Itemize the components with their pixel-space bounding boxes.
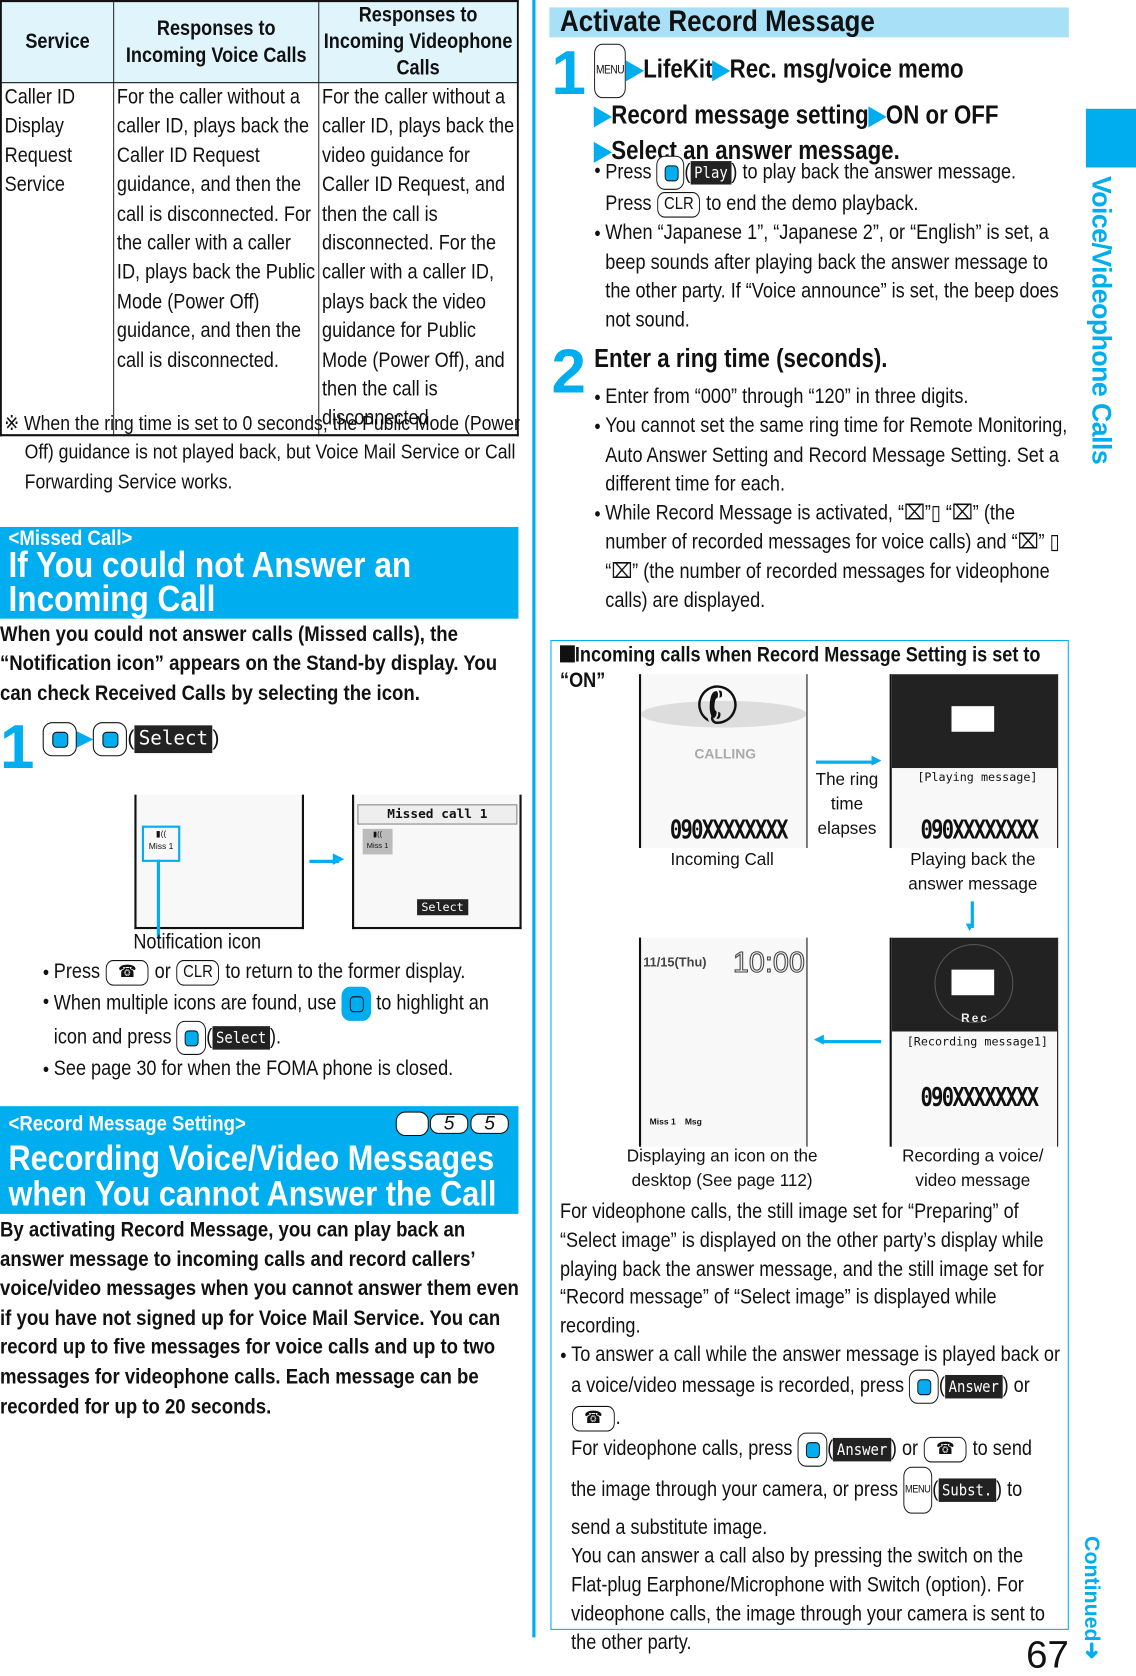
clr-key-icon: CLR xyxy=(176,959,220,986)
missed-call-screen: Missed call 1 ▮((Miss 1 Select xyxy=(352,794,522,930)
end-call-key-icon: ☎ xyxy=(106,959,149,986)
video-msg-count-0-icon: ⌧ xyxy=(1017,530,1039,555)
activate-title-bar: Activate Record Message xyxy=(549,4,1069,38)
play-softkey: Play xyxy=(690,161,732,185)
step1-bullets: Press (Play) to play back the answer mes… xyxy=(594,155,1067,336)
page-number: 67 xyxy=(1026,1632,1069,1676)
notification-icon-label: Notification icon xyxy=(133,930,262,954)
table-header: Responses to Incoming Videophone Calls xyxy=(318,0,519,84)
desktop-screen: 11/15(Thu) 10:00 Miss 1 Msg xyxy=(638,937,808,1147)
callout-line xyxy=(156,859,161,939)
cassette-mic-icon xyxy=(951,706,995,732)
step-number: 1 xyxy=(551,38,586,108)
bullet: While Record Message is activated, “⌧”▯ … xyxy=(594,499,1067,615)
answer-softkey: Answer xyxy=(833,1437,891,1461)
section-tag: <Record Message Setting> xyxy=(8,1112,246,1137)
video-msg-count-2-icon: ⌧ xyxy=(611,559,633,584)
phone-wave-icon: ▮(( xyxy=(155,828,167,839)
table-cell: Caller ID Display Request Service xyxy=(0,82,115,436)
record-intro: By activating Record Message, you can pl… xyxy=(0,1218,519,1419)
start-call-key-icon: ☎ xyxy=(924,1436,967,1462)
arrow-right-icon: ▶ xyxy=(76,726,94,751)
bullet: Press (Play) to play back the answer mes… xyxy=(594,155,1067,219)
step2-title: Enter a ring time (seconds). xyxy=(594,344,888,374)
bullet: See page 30 for when the FOMA phone is c… xyxy=(43,1055,516,1084)
caption: Recording a voice/ video message xyxy=(902,1147,1044,1191)
step-number: 2 xyxy=(551,337,586,407)
playing-message-screen: [Playing message] 090XXXXXXXX xyxy=(889,674,1059,849)
key-5-icon: 5 xyxy=(470,1113,509,1134)
arrow-left-icon xyxy=(821,1040,882,1044)
bullet: Press ☎ or CLR to return to the former d… xyxy=(43,958,516,987)
menu-key-icon: MENU xyxy=(395,1111,429,1137)
missed-call-notification-icon: ▮((Miss 1 xyxy=(362,828,393,855)
table-header: Responses to Incoming Voice Calls xyxy=(113,0,320,84)
bullet: When “Japanese 1”, “Japanese 2”, or “Eng… xyxy=(594,219,1067,335)
section-tab xyxy=(1085,108,1136,168)
arrow-down-icon: ➜ xyxy=(1079,1641,1103,1660)
phone-handset-icon: ✆ xyxy=(688,674,749,741)
cassette-mic-icon xyxy=(951,969,995,996)
continued-link[interactable]: Continued➜ xyxy=(1078,1536,1105,1659)
center-key-icon xyxy=(42,722,77,757)
bullet: When multiple icons are found, use to hi… xyxy=(43,987,516,1056)
key-5-icon: 5 xyxy=(429,1113,469,1134)
box-text: For videophone calls, the still image se… xyxy=(560,1198,1061,1657)
message-icon: Msg xyxy=(684,1116,702,1127)
answer-softkey: Answer xyxy=(944,1374,1003,1399)
menu-key-icon: MENU xyxy=(903,1466,933,1515)
incoming-call-screen: ✆ CALLING 090XXXXXXXX xyxy=(638,674,808,849)
missed-call-banner: <Missed Call> If You could not Answer an… xyxy=(0,526,519,619)
voice-msg-count-5-icon: ⌧ xyxy=(951,501,973,526)
square-bullet-icon xyxy=(560,645,575,663)
section-title: Recording Voice/Video Messages when You … xyxy=(8,1138,497,1213)
select-softkey: Select xyxy=(417,899,469,916)
caption: Displaying an icon on the desktop (See p… xyxy=(626,1147,818,1191)
step-keys: ▶(Select) xyxy=(42,722,219,757)
table-cell: For the caller without a caller ID, play… xyxy=(318,82,519,436)
service-table: Service Responses to Incoming Voice Call… xyxy=(0,0,519,437)
arrow-right-icon xyxy=(816,760,876,764)
section-label: Voice/Videophone Calls xyxy=(1085,176,1116,465)
bullet: You cannot set the same ring time for Re… xyxy=(594,412,1067,499)
start-call-key-icon: ☎ xyxy=(572,1405,615,1432)
menu-key-icon: MENU xyxy=(594,43,627,99)
missed-intro: When you could not answer calls (Missed … xyxy=(0,622,498,705)
shortcut-keys: MENU 5 5 xyxy=(395,1111,510,1137)
activate-title: Activate Record Message xyxy=(560,4,875,38)
bullet: Enter from “000” through “120” in three … xyxy=(594,383,1067,412)
clr-key-icon: CLR xyxy=(657,191,701,218)
table-header: Service xyxy=(0,0,115,84)
center-key-icon xyxy=(176,1021,207,1056)
caption: The ring time elapses xyxy=(815,771,879,839)
record-message-banner: <Record Message Setting> MENU 5 5 Recordin… xyxy=(0,1106,519,1214)
ring-time-note: ※ When the ring time is set to 0 seconds… xyxy=(4,412,520,494)
caption: Incoming Call xyxy=(670,851,774,870)
missed-call-icon: Miss 1 xyxy=(649,1116,676,1127)
caption: Playing back the answer message xyxy=(908,851,1038,894)
voice-msg-count-0-icon: ⌧ xyxy=(903,501,925,526)
recording-screen: Rec [Recording message1] 090XXXXXXXX xyxy=(889,937,1059,1147)
section-title: If You could not Answer an Incoming Call xyxy=(8,545,412,620)
missed-bullets: Press ☎ or CLR to return to the former d… xyxy=(43,958,516,1085)
center-key-icon xyxy=(909,1369,939,1404)
step1-instructions: MENU▶LifeKit▶Rec. msg/voice memo ▶Record… xyxy=(594,43,1077,169)
multi-key-icon xyxy=(341,987,372,1022)
step2-bullets: Enter from “000” through “120” in three … xyxy=(594,383,1067,616)
select-softkey: Select xyxy=(134,725,213,754)
missed-call-notification-icon: ▮((Miss 1 xyxy=(141,825,181,862)
subst-softkey: Subst. xyxy=(938,1478,997,1502)
center-key-icon xyxy=(93,722,128,757)
step-number: 1 xyxy=(0,712,35,782)
column-divider xyxy=(532,0,536,1638)
mail-key-icon xyxy=(656,155,685,190)
missed-call-popup: Missed call 1 xyxy=(357,804,518,825)
center-key-icon xyxy=(797,1432,828,1467)
table-cell: For the caller without a caller ID, play… xyxy=(113,82,320,436)
table-row: Caller ID Display Request Service For th… xyxy=(0,82,519,436)
bullet: To answer a call while the answer messag… xyxy=(560,1341,1061,1657)
